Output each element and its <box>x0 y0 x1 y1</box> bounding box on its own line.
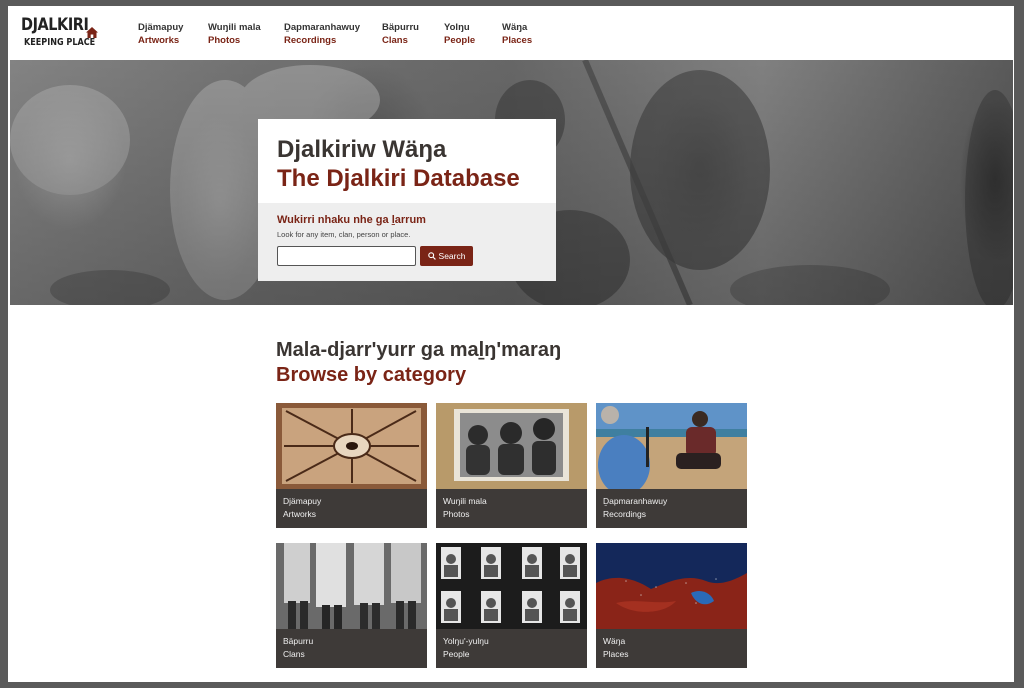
nav-label-yolngu: Wuŋili mala <box>208 22 261 33</box>
hero-search-card: Djalkiriw Wäŋa The Djalkiri Database Wuk… <box>258 119 556 281</box>
tile-label-yolngu: Wuŋili mala <box>443 496 487 506</box>
nav-label-english: People <box>444 35 476 46</box>
site-logo[interactable]: DJALKIRI KEEPING PLACE <box>21 16 121 48</box>
nav-artworks[interactable]: Djämapuy Artworks <box>138 21 183 47</box>
tile-label-english: Places <box>603 649 629 659</box>
search-button-label: Search <box>438 251 466 261</box>
nav-label-english: Clans <box>382 35 408 46</box>
tile-label-yolngu: Wäŋa <box>603 636 626 646</box>
photos-thumbnail <box>436 403 587 489</box>
nav-label-yolngu: Djämapuy <box>138 22 184 33</box>
nav-places[interactable]: Wäŋa Places <box>502 21 532 47</box>
nav-clans[interactable]: Bäpurru Clans <box>382 21 419 47</box>
nav-label-english: Recordings <box>284 35 337 46</box>
nav-people[interactable]: Yolŋu People <box>444 21 475 47</box>
page: DJALKIRI KEEPING PLACE Djämapuy Artworks… <box>8 6 1014 682</box>
clans-thumbnail <box>276 543 427 629</box>
tile-label-english: People <box>443 649 470 659</box>
category-tile-recordings[interactable]: Ḏapmaranhawuy Recordings <box>596 403 747 528</box>
browse-title-english: Browse by category <box>276 364 467 386</box>
search-heading: Wukirri nhaku nhe ga ḻarrum <box>277 214 426 226</box>
nav-label-yolngu: Bäpurru <box>382 22 419 33</box>
tile-label-yolngu: Yolŋu'-yulŋu <box>443 636 489 646</box>
nav-label-yolngu: Yolŋu <box>444 22 470 33</box>
search-help-text: Look for any item, clan, person or place… <box>277 230 411 239</box>
hero-title-yolngu: Djalkiriw Wäŋa <box>277 136 447 163</box>
tile-label-english: Recordings <box>603 509 646 519</box>
search-button[interactable]: Search <box>420 246 473 266</box>
category-tile-places[interactable]: Wäŋa Places <box>596 543 747 668</box>
nav-label-english: Artworks <box>138 35 180 46</box>
hero-banner: Djalkiriw Wäŋa The Djalkiri Database Wuk… <box>10 60 1013 305</box>
nav-photos[interactable]: Wuŋili mala Photos <box>208 21 261 47</box>
logo-subtitle: KEEPING PLACE <box>24 37 96 48</box>
tile-label-english: Artworks <box>283 509 317 519</box>
search-input[interactable] <box>277 246 416 266</box>
home-icon[interactable] <box>86 27 98 38</box>
browse-title-yolngu: Mala-djarr'yurr ga maḻŋ'maraŋ <box>276 339 562 361</box>
site-header: DJALKIRI KEEPING PLACE Djämapuy Artworks… <box>8 6 1014 59</box>
nav-recordings[interactable]: Ḏapmaranhawuy Recordings <box>284 21 360 47</box>
search-icon <box>427 252 436 260</box>
recordings-thumbnail <box>596 403 747 489</box>
artworks-thumbnail <box>276 403 427 489</box>
places-thumbnail <box>596 543 747 629</box>
nav-label-yolngu: Wäŋa <box>502 22 528 33</box>
people-thumbnail <box>436 543 587 629</box>
tile-label-english: Clans <box>283 649 305 659</box>
tile-label-english: Photos <box>443 509 470 519</box>
category-tile-people[interactable]: Yolŋu'-yulŋu People <box>436 543 587 668</box>
hero-title-english: The Djalkiri Database <box>277 165 520 192</box>
category-tile-photos[interactable]: Wuŋili mala Photos <box>436 403 587 528</box>
category-tile-artworks[interactable]: Djämapuy Artworks <box>276 403 427 528</box>
nav-label-yolngu: Ḏapmaranhawuy <box>284 22 361 33</box>
nav-label-english: Places <box>502 35 533 46</box>
tile-label-yolngu: Djämapuy <box>283 496 322 506</box>
nav-label-english: Photos <box>208 35 241 46</box>
tile-label-yolngu: Bäpurru <box>283 636 314 646</box>
tile-label-yolngu: Ḏapmaranhawuy <box>603 496 668 506</box>
category-tile-clans[interactable]: Bäpurru Clans <box>276 543 427 668</box>
